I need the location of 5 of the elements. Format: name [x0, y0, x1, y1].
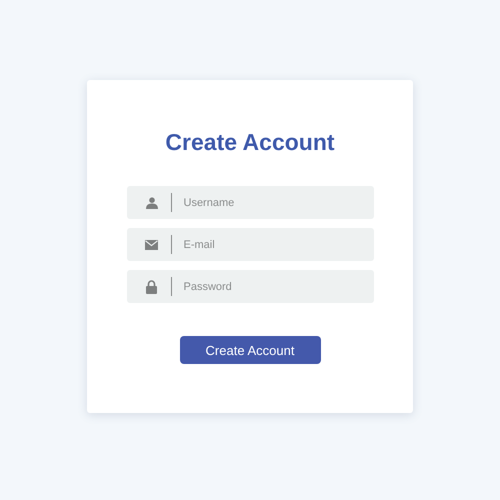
- input-field[interactable]: Username: [126, 186, 374, 219]
- input-field[interactable]: E-mail: [126, 228, 374, 261]
- input-field[interactable]: Password: [126, 270, 374, 303]
- create-account-button[interactable]: Create Account: [180, 336, 320, 364]
- form-title: Create Account: [165, 128, 335, 156]
